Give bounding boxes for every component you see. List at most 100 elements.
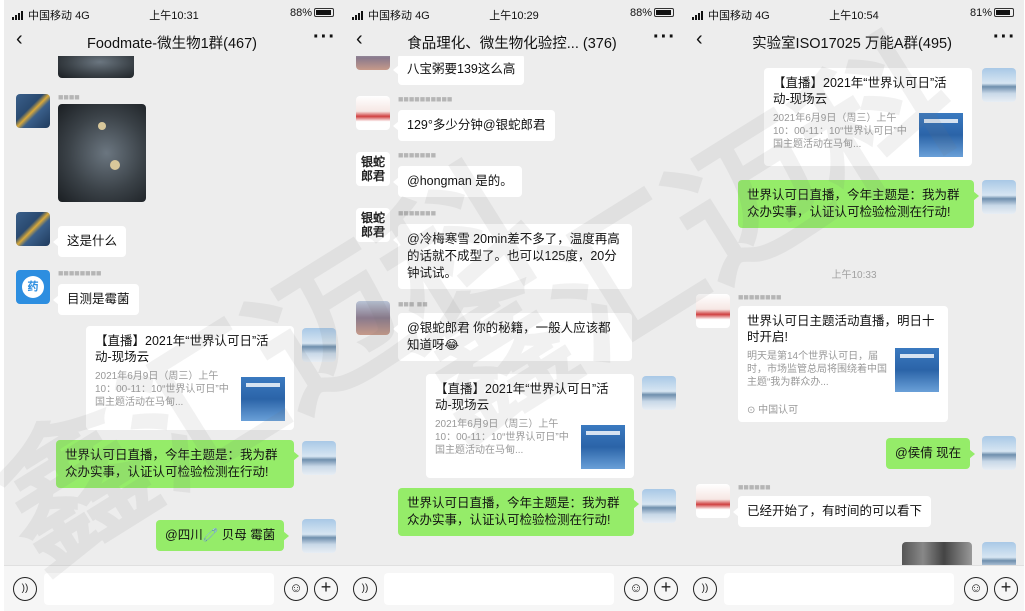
avatar[interactable] [16, 212, 50, 246]
avatar-self[interactable] [982, 542, 1016, 565]
sender-name: ■■■■■■■■ [58, 268, 102, 278]
message-input[interactable] [724, 573, 954, 605]
link-card[interactable]: 【直播】2021年“世界认可日”活动-现场云 2021年6月9日（周三）上午10… [426, 374, 634, 478]
chat-window-iso17025: 中国移动 4G 上午10:54 81% ‹ 实验室ISO17025 万能A群(4… [684, 0, 1024, 611]
message-bubble[interactable]: @冷梅寒雪 20min差不多了，温度再高的话就不成型了。也可以125度，20分钟… [393, 224, 632, 289]
card-thumbnail [895, 348, 939, 392]
card-desc: 2021年6月9日（周三）上午10：00-11：10“世界认可日”中国主题活动在… [435, 419, 569, 456]
emoji-icon[interactable]: ☺ [624, 577, 648, 601]
more-icon[interactable]: ··· [313, 26, 336, 49]
avatar-self[interactable] [982, 436, 1016, 470]
message-list[interactable]: 八宝粥要139这么高 ■■■■■■■■■■ 129°多少分钟@银蛇郎君 银蛇 郎君… [344, 56, 684, 565]
sender-name: ■■■■■■ [738, 482, 771, 492]
chat-window-food-lab: 中国移动 4G 上午10:29 88% ‹ 食品理化、微生物化验控... (37… [344, 0, 684, 611]
link-card[interactable]: 【直播】2021年“世界认可日”活动-现场云 2021年6月9日（周三）上午10… [764, 68, 972, 166]
avatar[interactable] [16, 94, 50, 128]
avatar[interactable]: 银蛇 郎君 [356, 152, 390, 186]
avatar-self[interactable] [302, 328, 336, 362]
avatar-label: 药 [22, 276, 44, 298]
message-bubble[interactable]: @hongman 是的。 [393, 166, 522, 197]
message-bubble[interactable]: @银蛇郎君 你的秘籍，一般人应该都知道呀😂 [393, 313, 632, 361]
plus-icon[interactable]: + [994, 577, 1018, 601]
card-desc: 2021年6月9日（周三）上午10：00-11：10“世界认可日”中国主题活动在… [773, 113, 907, 150]
avatar[interactable] [696, 484, 730, 518]
avatar-calligraphy: 银蛇 郎君 [360, 155, 385, 183]
plus-icon[interactable]: + [314, 577, 338, 601]
avatar-self[interactable] [982, 68, 1016, 102]
message-list[interactable]: 【直播】2021年“世界认可日”活动-现场云 2021年6月9日（周三）上午10… [684, 56, 1024, 565]
message-input[interactable] [44, 573, 274, 605]
card-source-label: 中国认可 [758, 405, 799, 416]
message-bubble[interactable]: 这是什么 [52, 226, 127, 257]
message-bubble-self[interactable]: @侯倩 现在 [886, 438, 976, 469]
back-chevron-icon[interactable]: ‹ [16, 28, 23, 51]
avatar-self[interactable] [642, 376, 676, 410]
battery-icon [314, 8, 334, 17]
card-title: 世界认可日主题活动直播，明日十时开启! [747, 314, 935, 344]
emoji-icon[interactable]: ☺ [964, 577, 988, 601]
image-message[interactable] [902, 542, 972, 565]
card-thumbnail [241, 377, 285, 421]
sender-name: ■■■■ [58, 92, 80, 102]
avatar[interactable] [356, 301, 390, 335]
input-bar: )) ☺ + [4, 565, 344, 611]
card-title: 【直播】2021年“世界认可日”活动-现场云 [773, 76, 947, 106]
chat-window-foodmate: 中国移动 4G 上午10:31 88% ‹ Foodmate-微生物1群(467… [4, 0, 344, 611]
petri-dish-image[interactable] [58, 104, 146, 202]
avatar[interactable] [696, 294, 730, 328]
message-bubble-self[interactable]: 世界认可日直播，今年主题是：我为群众办实事，认证认可检验检测在行动! [56, 440, 299, 488]
avatar-calligraphy: 银蛇 郎君 [360, 211, 385, 239]
sender-name: ■■■■■■■ [398, 208, 437, 218]
card-title: 【直播】2021年“世界认可日”活动-现场云 [95, 334, 269, 364]
back-chevron-icon[interactable]: ‹ [356, 28, 363, 51]
avatar[interactable]: 银蛇 郎君 [356, 208, 390, 242]
battery-percent: 81% [969, 7, 992, 19]
battery-icon [654, 8, 674, 17]
input-bar: )) ☺ + [684, 565, 1024, 611]
avatar[interactable] [356, 96, 390, 130]
message-bubble[interactable]: 已经开始了，有时间的可以看下 [732, 496, 932, 527]
voice-icon[interactable]: )) [353, 577, 377, 601]
message-bubble-self[interactable]: @四川🧷 贝母 霉菌 [156, 520, 290, 551]
image-message[interactable] [58, 56, 134, 78]
battery-icon [994, 8, 1014, 17]
timestamp: 上午10:33 [831, 270, 877, 281]
back-chevron-icon[interactable]: ‹ [696, 28, 703, 51]
message-bubble-self[interactable]: 世界认可日直播，今年主题是：我为群众办实事，认证认可检验检测在行动! [398, 488, 639, 536]
chat-title: 实验室ISO17025 万能A群(495) [752, 36, 952, 52]
card-thumbnail [919, 113, 963, 157]
voice-icon[interactable]: )) [693, 577, 717, 601]
more-icon[interactable]: ··· [653, 26, 676, 49]
link-card[interactable]: 【直播】2021年“世界认可日”活动-现场云 2021年6月9日（周三）上午10… [86, 326, 294, 430]
avatar-self[interactable] [982, 180, 1016, 214]
sender-name: ■■■■■■■■ [738, 292, 782, 302]
input-bar: )) ☺ + [344, 565, 684, 611]
avatar-self[interactable] [642, 489, 676, 523]
avatar-self[interactable] [302, 519, 336, 553]
emoji-icon[interactable]: ☺ [284, 577, 308, 601]
more-icon[interactable]: ··· [993, 26, 1016, 49]
message-bubble-self[interactable]: 世界认可日直播，今年主题是：我为群众办实事，认证认可检验检测在行动! [738, 180, 979, 228]
plus-icon[interactable]: + [654, 577, 678, 601]
sender-name: ■■■ ■■ [398, 299, 428, 309]
avatar-self[interactable] [302, 441, 336, 475]
message-bubble[interactable]: 129°多少分钟@银蛇郎君 [393, 110, 555, 141]
status-bar: 中国移动 4G 上午10:29 88% [344, 0, 684, 26]
avatar[interactable] [356, 56, 390, 70]
message-bubble[interactable]: 目测是霉菌 [53, 284, 139, 315]
nav-bar: ‹ 食品理化、微生物化验控... (376) ··· [344, 26, 684, 56]
message-bubble[interactable]: 八宝粥要139这么高 [392, 56, 525, 85]
message-input[interactable] [384, 573, 614, 605]
card-thumbnail [581, 425, 625, 469]
card-source: ⊙ 中国认可 [747, 405, 799, 416]
nav-bar: ‹ 实验室ISO17025 万能A群(495) ··· [684, 26, 1024, 56]
voice-icon[interactable]: )) [13, 577, 37, 601]
sender-name: ■■■■■■■ [398, 150, 437, 160]
card-desc: 2021年6月9日（周三）上午10：00-11：10“世界认可日”中国主题活动在… [95, 371, 229, 408]
avatar[interactable]: 药 [16, 270, 50, 304]
article-card[interactable]: 世界认可日主题活动直播，明日十时开启! 明天是第14个世界认可日，届时，市场监管… [738, 306, 948, 422]
status-bar: 中国移动 4G 上午10:31 88% [4, 0, 344, 26]
message-list[interactable]: ■■■■ 这是什么 药 ■■■■■■■■ 目测是霉菌 【直播】2021年“世界认… [4, 56, 344, 565]
status-bar: 中国移动 4G 上午10:54 81% [684, 0, 1024, 26]
battery-percent: 88% [629, 7, 652, 19]
